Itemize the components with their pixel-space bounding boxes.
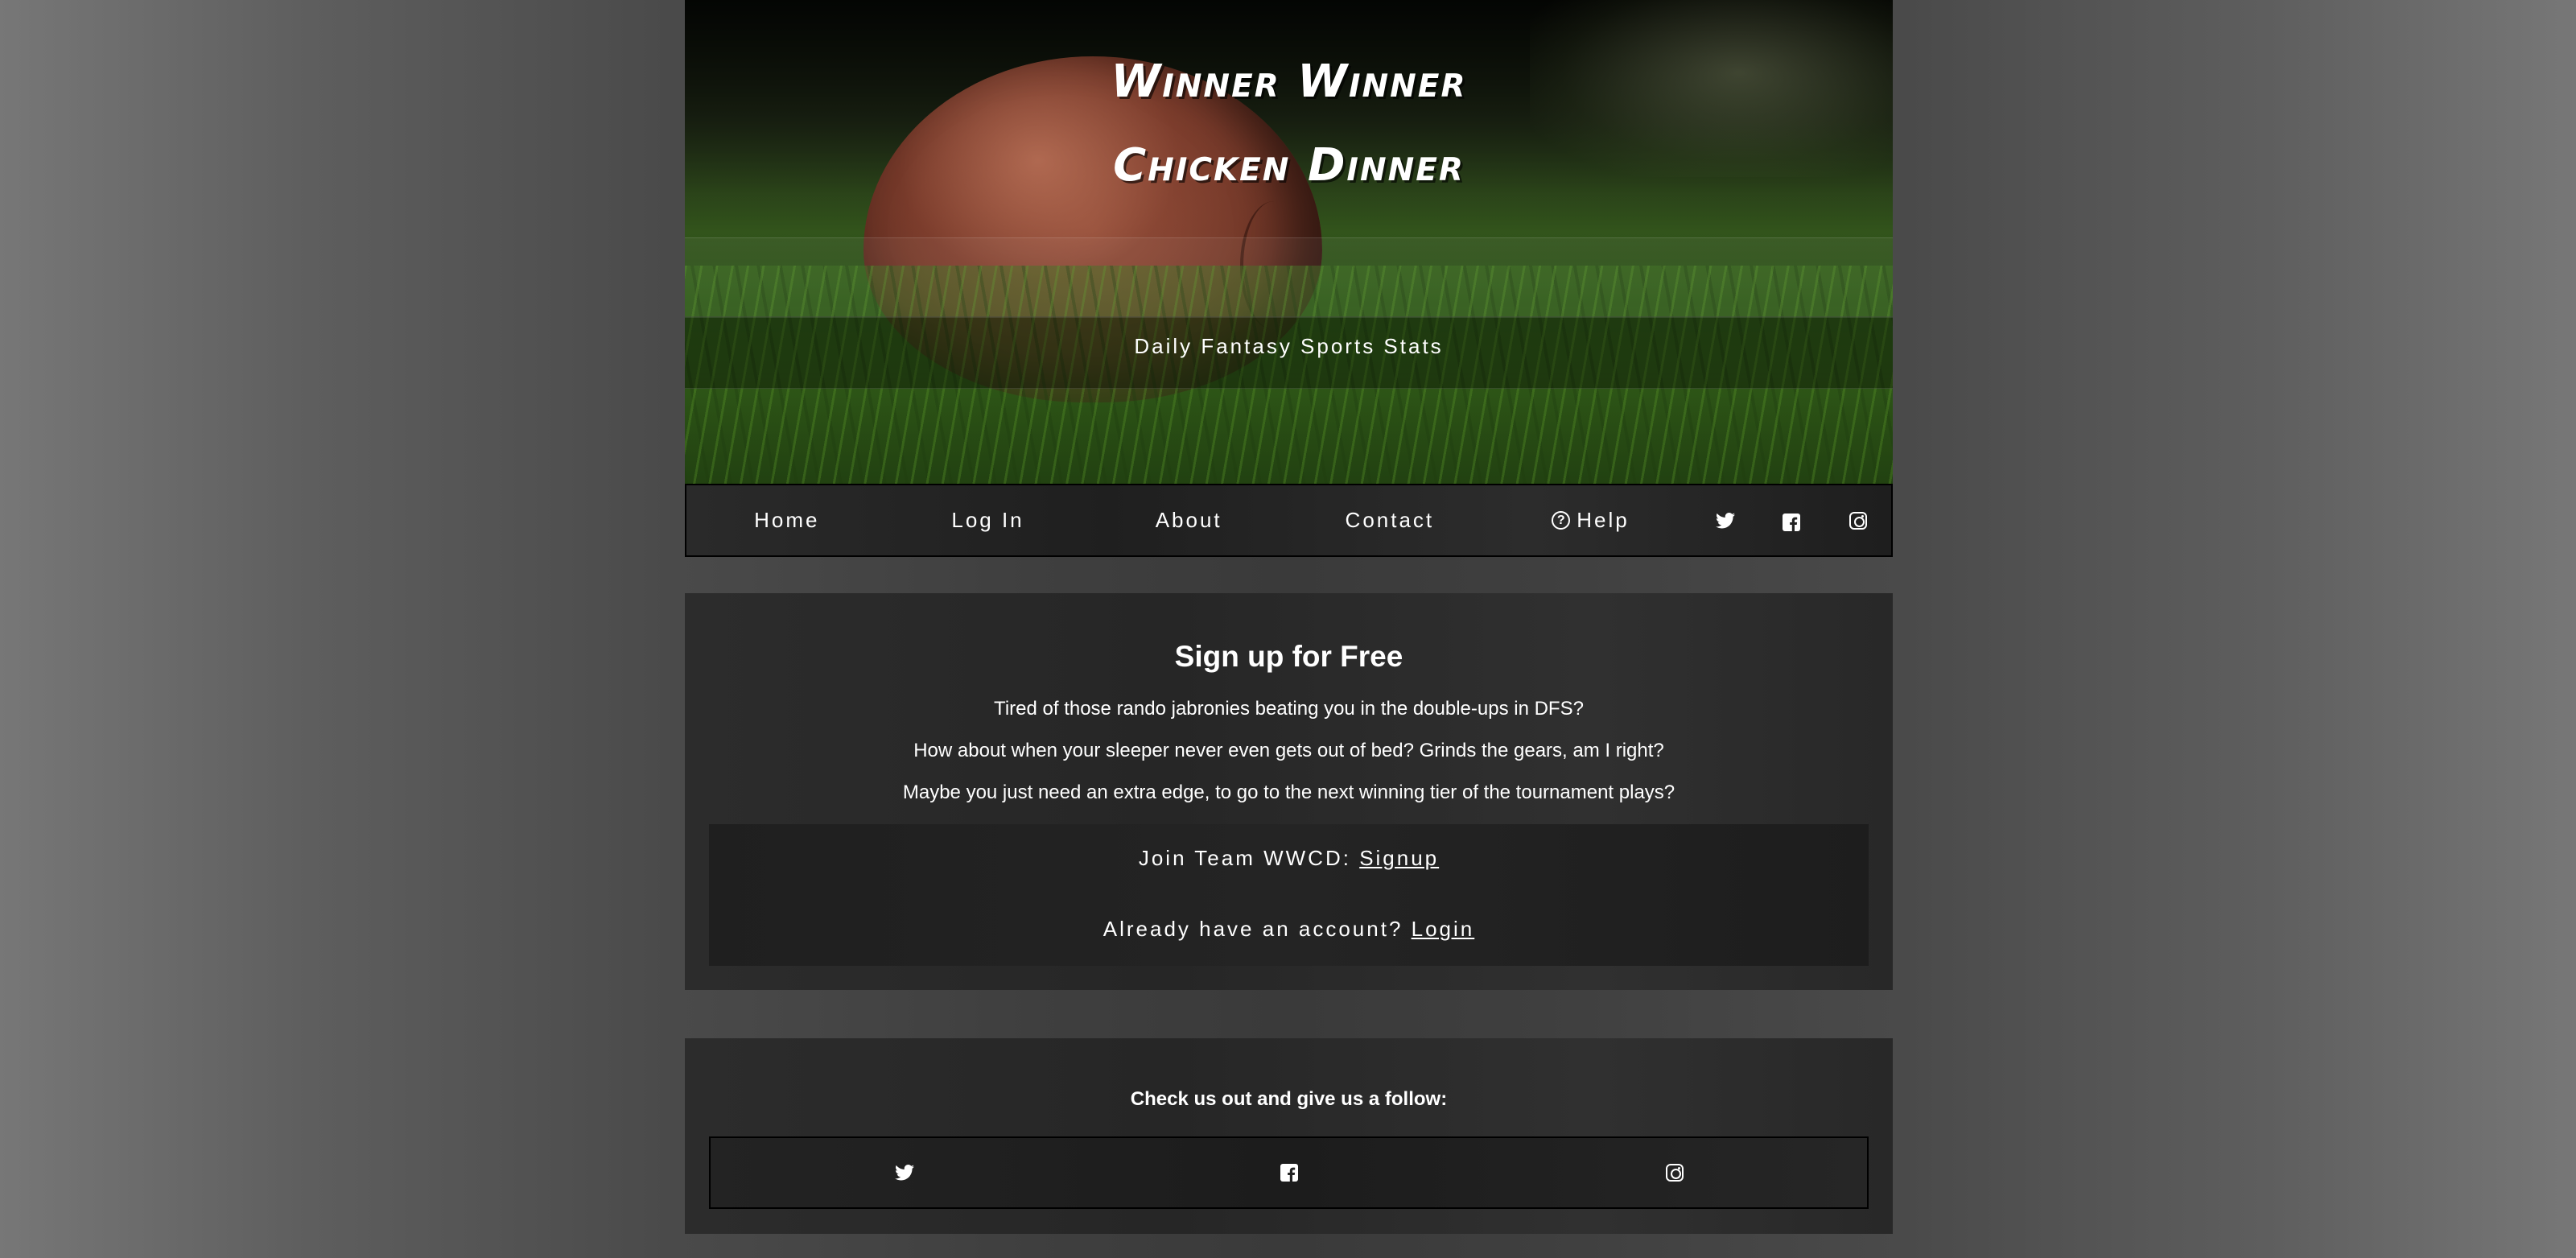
nav-about[interactable]: About xyxy=(1088,485,1289,555)
site-tagline: Daily Fantasy Sports Stats xyxy=(1134,334,1444,358)
twitter-icon-svg xyxy=(1715,512,1735,528)
existing-account-line: Already have an account? Login xyxy=(709,917,1869,942)
nav-help-label: Help xyxy=(1577,508,1630,532)
login-link[interactable]: Login xyxy=(1412,917,1475,941)
facebook-icon-svg xyxy=(1280,1164,1298,1182)
nav-home-label: Home xyxy=(754,508,820,532)
facebook-icon-svg xyxy=(1782,513,1800,531)
twitter-icon xyxy=(1715,512,1735,530)
join-team-text: Join Team WWCD: xyxy=(1138,846,1360,870)
nav-contact-label: Contact xyxy=(1345,508,1435,532)
signup-pitch-line-3: Maybe you just need an extra edge, to go… xyxy=(902,782,1675,803)
follow-card: Check us out and give us a follow: xyxy=(685,1038,1893,1234)
site-title-line-1: Winner Winner xyxy=(1111,56,1467,108)
twitter-icon-svg xyxy=(894,1165,914,1181)
nav-home[interactable]: Home xyxy=(686,485,888,555)
signup-title: Sign up for Free xyxy=(1174,640,1403,673)
nav-about-label: About xyxy=(1155,508,1222,532)
signup-card: Sign up for Free Tired of those rando ja… xyxy=(685,593,1893,990)
join-box: Join Team WWCD: Signup Already have an a… xyxy=(709,824,1869,966)
facebook-icon xyxy=(1280,1164,1298,1182)
signup-pitch-line-1: Tired of those rando jabronies beating y… xyxy=(994,698,1584,720)
question-circle-icon: ? xyxy=(1552,511,1571,530)
nav-instagram-link[interactable] xyxy=(1824,485,1891,555)
signup-pitch-line-2: How about when your sleeper never even g… xyxy=(913,740,1664,761)
instagram-icon xyxy=(1849,511,1867,530)
nav-log-in[interactable]: Log In xyxy=(888,485,1089,555)
nav-help[interactable]: ? Help xyxy=(1490,485,1692,555)
instagram-icon xyxy=(1665,1164,1684,1182)
signup-link[interactable]: Signup xyxy=(1359,846,1439,870)
nav-contact[interactable]: Contact xyxy=(1289,485,1490,555)
facebook-icon xyxy=(1782,512,1800,531)
join-team-line: Join Team WWCD: Signup xyxy=(709,846,1869,871)
follow-instagram-link[interactable] xyxy=(1482,1138,1867,1207)
site-title: Winner Winner Chicken Dinner xyxy=(685,40,1893,208)
nav-log-in-label: Log In xyxy=(951,508,1024,532)
nav-facebook-link[interactable] xyxy=(1758,485,1824,555)
twitter-icon xyxy=(894,1164,914,1182)
hero-band xyxy=(685,237,1893,318)
follow-bar xyxy=(709,1136,1869,1209)
main-nav: Home Log In About Contact ? Help xyxy=(685,484,1893,557)
existing-account-text: Already have an account? xyxy=(1103,917,1412,941)
page-container: Winner Winner Chicken Dinner Daily Fanta… xyxy=(685,0,1893,1258)
follow-facebook-link[interactable] xyxy=(1096,1138,1482,1207)
follow-twitter-link[interactable] xyxy=(711,1138,1096,1207)
hero-banner: Winner Winner Chicken Dinner Daily Fanta… xyxy=(685,0,1893,484)
follow-title: Check us out and give us a follow: xyxy=(1130,1088,1448,1110)
nav-twitter-link[interactable] xyxy=(1691,485,1758,555)
site-title-line-2: Chicken Dinner xyxy=(1113,139,1465,192)
